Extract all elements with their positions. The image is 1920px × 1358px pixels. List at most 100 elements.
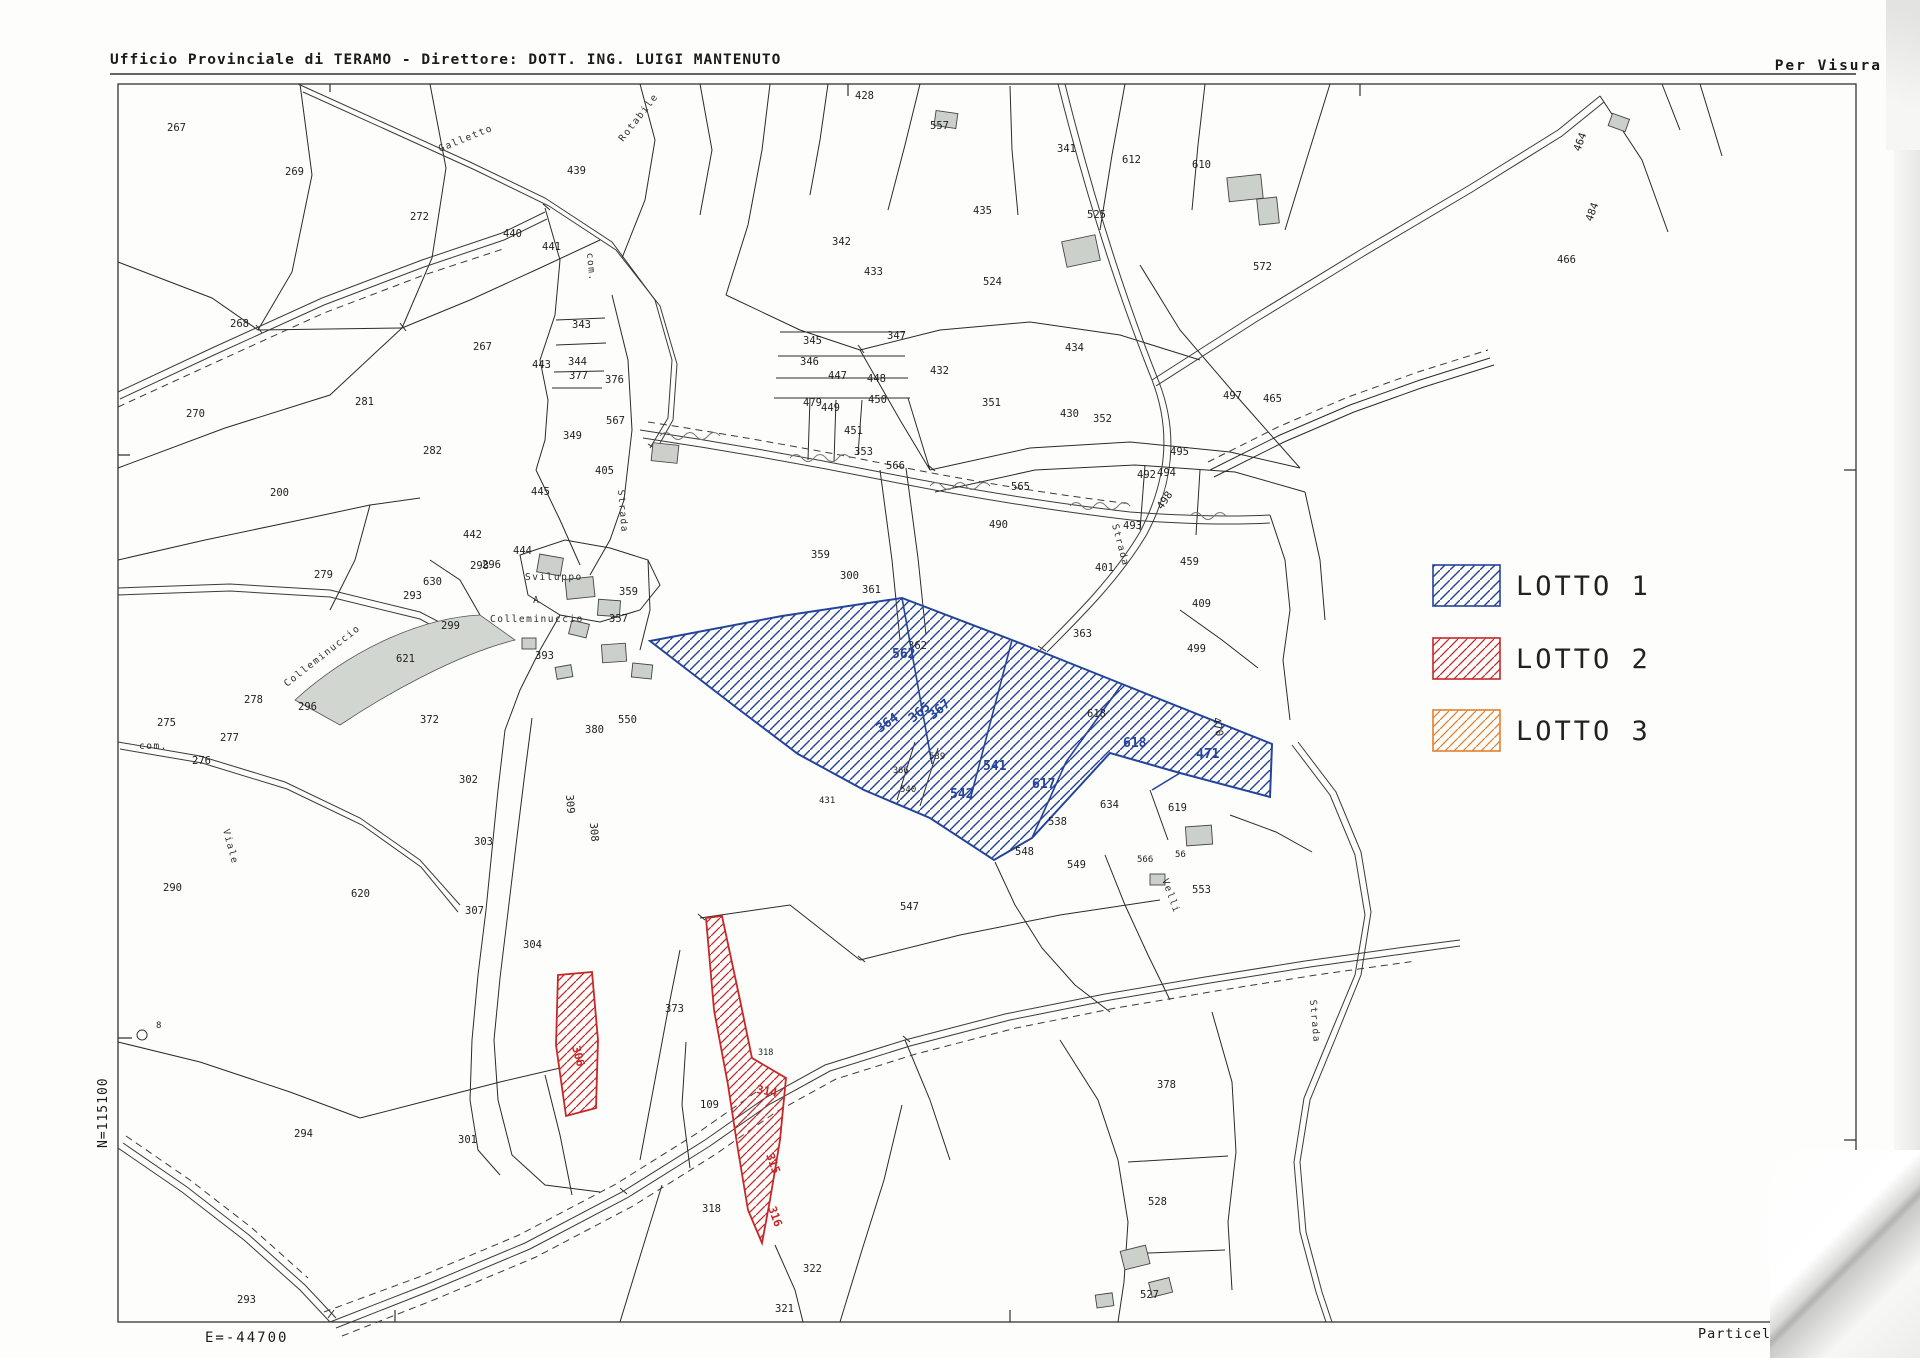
parcel-label: 307 — [465, 905, 484, 917]
parcel-label: 300 — [840, 570, 859, 582]
parcel-label: 293 — [237, 1294, 256, 1306]
lotto2-areas — [556, 916, 786, 1243]
parcel-label: 393 — [535, 650, 554, 662]
parcel-label: 630 — [423, 576, 442, 588]
parcel-label: 497 — [1223, 390, 1242, 402]
parcel-label: 565 — [1011, 481, 1030, 493]
parcel-label: 293 — [403, 590, 422, 602]
parcel-label: 634 — [1100, 799, 1119, 811]
lot1-parcel-label: 541 — [983, 759, 1007, 774]
parcel-label: 272 — [410, 211, 429, 223]
parcel-label: 572 — [1253, 261, 1272, 273]
parcel-label: 8 — [156, 1021, 161, 1031]
terrain-band — [295, 615, 515, 725]
parcel-label: 439 — [567, 165, 586, 177]
scanned-cadastral-map-page: Ufficio Provinciale di TERAMO - Direttor… — [0, 0, 1920, 1358]
parcel-label: 550 — [618, 714, 637, 726]
parcel-label: 528 — [1148, 1196, 1167, 1208]
parcel-label: 378 — [1157, 1079, 1176, 1091]
lot1-parcel-label: 562 — [892, 647, 915, 662]
parcel-label: 269 — [285, 166, 304, 178]
parcel-label: 449 — [821, 402, 840, 414]
parcel-label: 447 — [828, 370, 847, 382]
parcel-label: 353 — [854, 446, 873, 458]
parcel-label: 466 — [1557, 254, 1576, 266]
parcel-label: 303 — [474, 836, 493, 848]
parcel-label: 401 — [1095, 562, 1114, 574]
parcel-label: 342 — [832, 236, 851, 248]
lot1-parcel-label: 617 — [1032, 777, 1055, 792]
parcel-label: 351 — [982, 397, 1001, 409]
parcel-label: 444 — [513, 545, 532, 557]
parcel-label: 352 — [1093, 413, 1112, 425]
parcel-label: 282 — [423, 445, 442, 457]
parcel-label: 294 — [294, 1128, 313, 1140]
parcel-label: 445 — [531, 486, 550, 498]
legend-label-lotto1: LOTTO 1 — [1516, 571, 1651, 602]
parcel-label: 618 — [1087, 708, 1106, 720]
parcel-label: 492 — [1137, 469, 1156, 481]
parcel-label: 525 — [1087, 209, 1106, 221]
east-coordinate: E=-44700 — [205, 1330, 288, 1346]
parcel-label: 539 — [929, 752, 945, 762]
parcel-label: 448 — [867, 373, 886, 385]
parcel-label: 302 — [459, 774, 478, 786]
road-dashes — [118, 248, 1488, 1336]
map-name-label: Sviluppo — [525, 572, 583, 583]
lot1-parcel-label: 618 — [1123, 736, 1147, 751]
parcel-label: 524 — [983, 276, 1002, 288]
map-name-label: Strada — [1307, 999, 1322, 1043]
parcel-label: 495 — [1170, 446, 1189, 458]
parcel-label: 277 — [220, 732, 239, 744]
parcel-label: 276 — [192, 755, 211, 767]
parcel-label: 610 — [1192, 159, 1211, 171]
parcel-label: 321 — [775, 1303, 794, 1315]
parcel-label: 296 — [298, 701, 317, 713]
map-name-label: Velli — [1159, 877, 1182, 915]
cadastral-map: 2672692724394404412682674433433443773762… — [0, 0, 1920, 1358]
legend — [1433, 565, 1500, 751]
parcel-label: 499 — [1187, 643, 1206, 655]
parcel-label: 612 — [1122, 154, 1141, 166]
map-name-label: A — [533, 595, 540, 606]
lotto1-area — [650, 598, 1272, 860]
parcel-label: 566 — [886, 460, 905, 472]
parcel-label: 433 — [864, 266, 883, 278]
parcel-label: 435 — [973, 205, 992, 217]
parcel-label: 440 — [503, 228, 522, 240]
parcel-label: 298 — [470, 560, 489, 572]
parcel-label: 434 — [1065, 342, 1084, 354]
parcel-label: 359 — [811, 549, 830, 561]
parcel-label: 366 — [893, 766, 908, 776]
parcel-label: 428 — [855, 90, 874, 102]
parcel-label: 442 — [463, 529, 482, 541]
parcel-label: 361 — [862, 584, 881, 596]
north-coordinate: N=115100 — [96, 1077, 111, 1148]
parcel-label: 620 — [351, 888, 370, 900]
legend-label-lotto3: LOTTO 3 — [1516, 716, 1651, 747]
parcel-label: 341 — [1057, 143, 1076, 155]
parcel-label: 549 — [1067, 859, 1086, 871]
parcel-label: 304 — [523, 939, 542, 951]
parcel-label: 270 — [186, 408, 205, 420]
parcel-label: 451 — [844, 425, 863, 437]
lot1-parcel-label: 542 — [950, 787, 973, 802]
parcel-label: 405 — [595, 465, 614, 477]
parcel-label: 540 — [900, 785, 916, 795]
map-name-label: Colleminuccio — [490, 614, 584, 625]
map-name-label: Strada — [615, 489, 630, 533]
parcel-label: 267 — [473, 341, 492, 353]
parcel-label: 281 — [355, 396, 374, 408]
legend-label-lotto2: LOTTO 2 — [1516, 644, 1651, 675]
parcel-label: 430 — [1060, 408, 1079, 420]
legend-swatch-lotto3 — [1433, 710, 1500, 751]
parcel-label: 308 — [587, 822, 601, 842]
parcel-label: 346 — [800, 356, 819, 368]
parcel-label: 459 — [1180, 556, 1199, 568]
parcel-label: 109 — [700, 1099, 719, 1111]
map-name-label: Galletto — [437, 123, 495, 155]
parcel-label: 547 — [900, 901, 919, 913]
parcel-label: 359 — [619, 586, 638, 598]
lot2-parcel-label: 316 — [765, 1204, 785, 1228]
parcel-label: 299 — [441, 620, 460, 632]
